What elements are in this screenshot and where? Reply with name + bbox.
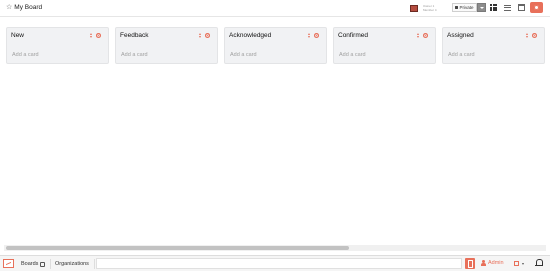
admin-label: Admin	[488, 260, 504, 266]
gear-icon[interactable]	[532, 33, 537, 38]
avatar[interactable]	[410, 5, 418, 12]
sort-icon[interactable]	[417, 33, 420, 38]
member-summary: Owner 1 Member 4	[423, 4, 437, 12]
board-lists: New Add a card Feedback Add a card Ackno…	[6, 27, 545, 64]
footer-search-input[interactable]	[96, 258, 462, 269]
gear-icon[interactable]	[423, 33, 428, 38]
visibility-dropdown-button[interactable]	[477, 3, 486, 12]
list-new: New Add a card	[6, 27, 109, 64]
gear-icon[interactable]	[96, 33, 101, 38]
board-title-label: My Board	[14, 4, 43, 11]
tab-boards-label: Boards	[21, 261, 39, 267]
sort-icon[interactable]	[526, 33, 529, 38]
lock-icon	[455, 6, 459, 9]
app-logo-icon[interactable]	[3, 259, 14, 268]
list-title[interactable]: Feedback	[120, 32, 149, 39]
user-icon	[481, 260, 486, 266]
gear-icon	[534, 5, 539, 10]
list-acknowledged: Acknowledged Add a card	[224, 27, 327, 64]
board-view-icon[interactable]	[490, 4, 497, 11]
list-title[interactable]: Assigned	[447, 32, 474, 39]
footer-bar: Boards Organizations Admin	[0, 255, 550, 271]
list-view-icon[interactable]	[504, 4, 511, 11]
member-count: Member 4	[423, 8, 437, 12]
list-feedback: Feedback Add a card	[115, 27, 218, 64]
add-card-link[interactable]: Add a card	[12, 52, 39, 58]
visibility-label: Private	[459, 5, 474, 10]
tab-boards[interactable]: Boards	[19, 259, 51, 269]
tab-organizations[interactable]: Organizations	[53, 259, 95, 269]
sort-icon[interactable]	[90, 33, 93, 38]
tab-organizations-label: Organizations	[55, 261, 89, 267]
list-title[interactable]: Confirmed	[338, 32, 368, 39]
visibility-button[interactable]: Private	[452, 3, 477, 12]
board-settings-button[interactable]	[530, 2, 543, 13]
add-card-link[interactable]: Add a card	[230, 52, 257, 58]
mobile-view-button[interactable]	[465, 258, 475, 269]
list-title[interactable]: New	[11, 32, 24, 39]
scrollbar-thumb[interactable]	[6, 246, 349, 250]
list-confirmed: Confirmed Add a card	[333, 27, 436, 64]
boards-icon	[40, 261, 46, 267]
gear-icon[interactable]	[205, 33, 210, 38]
calendar-view-icon[interactable]	[518, 4, 525, 11]
add-card-link[interactable]: Add a card	[448, 52, 475, 58]
sort-icon[interactable]	[199, 33, 202, 38]
chevron-down-icon[interactable]	[522, 263, 524, 265]
gear-icon[interactable]	[314, 33, 319, 38]
square-icon[interactable]	[514, 261, 519, 266]
list-title[interactable]: Acknowledged	[229, 32, 271, 39]
sort-icon[interactable]	[308, 33, 311, 38]
horizontal-scrollbar[interactable]	[4, 245, 546, 251]
add-card-link[interactable]: Add a card	[339, 52, 366, 58]
list-assigned: Assigned Add a card	[442, 27, 545, 64]
bell-icon[interactable]	[535, 259, 543, 267]
add-card-link[interactable]: Add a card	[121, 52, 148, 58]
admin-menu[interactable]: Admin	[481, 260, 504, 266]
board-header: ☆ My Board Owner 1 Member 4 Private	[0, 0, 550, 17]
star-icon[interactable]: ☆	[6, 4, 12, 11]
board-title[interactable]: ☆ My Board	[6, 4, 42, 11]
